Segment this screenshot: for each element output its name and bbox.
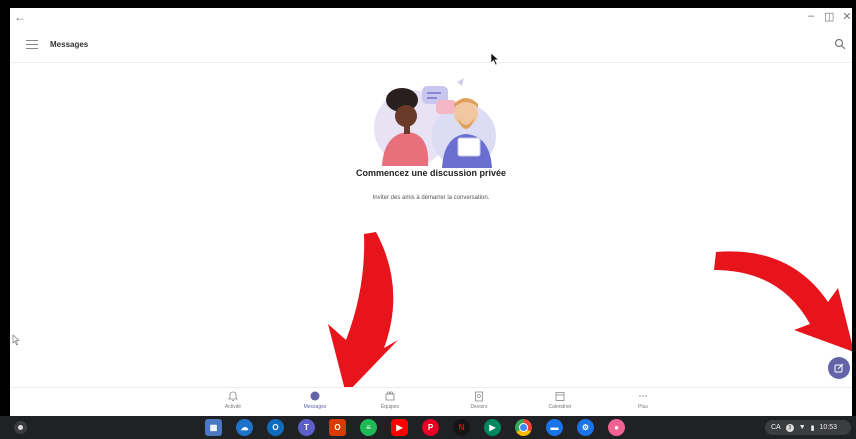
hamburger-menu-icon[interactable] — [26, 40, 38, 49]
youtube-app-icon[interactable]: ▶ — [391, 419, 408, 436]
teams-window: ← – ◫ ✕ Messages Commencez une discussio… — [10, 8, 852, 416]
red-arrow-left — [328, 232, 398, 394]
nav-label: Messages — [303, 404, 327, 410]
back-arrow-icon[interactable]: ← — [14, 10, 26, 24]
office-app-icon[interactable]: O — [329, 419, 346, 436]
netflix-app-icon[interactable]: N — [453, 419, 470, 436]
nav-item-calendar[interactable]: Calendrier — [535, 390, 585, 410]
nav-item-more[interactable]: Plus — [618, 390, 668, 410]
nav-item-activity[interactable]: Activité — [208, 390, 258, 410]
window-controls: – ◫ ✕ — [806, 10, 852, 23]
page-title: Messages — [50, 40, 89, 49]
nav-label: Calendrier — [548, 404, 572, 410]
extra-app-icon[interactable]: ● — [608, 419, 625, 436]
more-icon — [639, 395, 647, 397]
nav-label: Activité — [224, 404, 242, 410]
empty-state-subtitle: Inviter des amis à démarrer la conversat… — [372, 195, 490, 201]
bell-icon — [228, 391, 238, 401]
teams-app-icon[interactable]: T — [298, 419, 315, 436]
os-shelf: ▦ ☁ O T O ≡ ▶ P N ▶ ▬ ⚙ ● CA 3 ▼ ▮ 10:53 — [0, 416, 856, 439]
settings-app-icon[interactable]: ⚙ — [577, 419, 594, 436]
launcher-button[interactable] — [14, 421, 27, 434]
shelf-apps: ▦ ☁ O T O ≡ ▶ P N ▶ ▬ ⚙ ● — [205, 419, 625, 436]
empty-state-title: Commencez une discussion privée — [355, 168, 507, 178]
nav-label: Devoirs — [470, 404, 488, 410]
messages-app-icon[interactable]: ▬ — [546, 419, 563, 436]
new-chat-button[interactable] — [828, 357, 850, 379]
title-bar: ← – ◫ ✕ — [10, 8, 852, 28]
notification-count: 3 — [785, 423, 794, 432]
app-bar: Messages — [10, 28, 852, 63]
nav-label: Équipes — [380, 404, 400, 410]
status-tray[interactable]: CA 3 ▼ ▮ 10:53 — [765, 420, 851, 435]
red-arrow-right — [714, 251, 852, 352]
play-store-app-icon[interactable]: ▶ — [484, 419, 501, 436]
files-app-icon[interactable]: ▦ — [205, 419, 222, 436]
outlook-app-icon[interactable]: O — [267, 419, 284, 436]
chrome-app-icon[interactable] — [515, 419, 532, 436]
spotify-app-icon[interactable]: ≡ — [360, 419, 377, 436]
teams-icon — [385, 391, 395, 401]
pinterest-app-icon[interactable]: P — [422, 419, 439, 436]
clock-time: 10:53 — [819, 424, 838, 431]
bottom-navigation: Activité Messages Équipes Devoirs Calend… — [10, 387, 852, 416]
onedrive-app-icon[interactable]: ☁ — [236, 419, 253, 436]
compose-icon — [834, 363, 844, 373]
screen: ← – ◫ ✕ Messages Commencez une discussio… — [0, 0, 856, 439]
battery-icon: ▮ — [810, 424, 815, 432]
search-icon[interactable] — [834, 38, 846, 50]
nav-item-messages[interactable]: Messages — [290, 390, 340, 410]
wifi-icon: ▼ — [798, 424, 806, 431]
nav-item-teams[interactable]: Équipes — [365, 390, 415, 410]
close-icon[interactable]: ✕ — [842, 10, 852, 23]
nav-item-assignments[interactable]: Devoirs — [454, 390, 504, 410]
conversation-illustration — [374, 78, 496, 168]
chat-icon — [310, 391, 320, 401]
nav-label: Plus — [638, 404, 648, 410]
calendar-icon — [555, 392, 565, 401]
resize-cursor-icon — [12, 334, 20, 346]
restore-icon[interactable]: ◫ — [824, 10, 834, 23]
assignments-icon — [475, 391, 483, 402]
mouse-cursor-icon — [490, 52, 500, 66]
keyboard-language: CA — [771, 424, 781, 431]
minimize-icon[interactable]: – — [806, 10, 816, 23]
